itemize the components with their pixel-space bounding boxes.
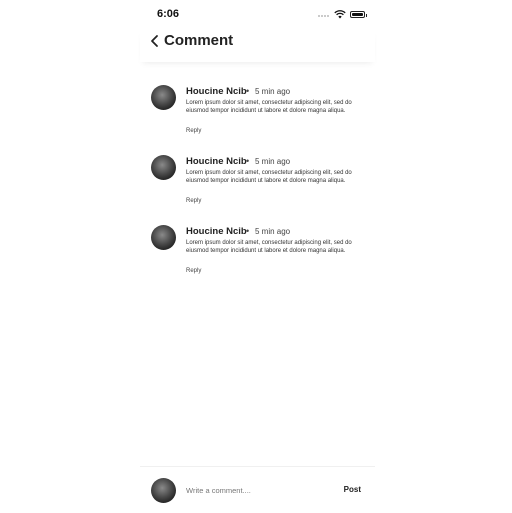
avatar[interactable] xyxy=(151,85,176,110)
comment-item: Houcine Ncib • 5 min ago Lorem ipsum dol… xyxy=(140,225,375,285)
status-bar: 6:06 xyxy=(140,0,375,28)
reply-button[interactable]: Reply xyxy=(186,268,201,274)
separator-dot: • xyxy=(246,86,250,96)
reply-button[interactable]: Reply xyxy=(186,198,201,204)
wifi-icon xyxy=(334,9,346,18)
page-title: Comment xyxy=(164,32,234,49)
reply-button[interactable]: Reply xyxy=(186,128,201,134)
comment-text: Lorem ipsum dolor sit amet, consectetur … xyxy=(186,240,352,255)
comment-time: 5 min ago xyxy=(255,87,291,96)
avatar[interactable] xyxy=(151,225,176,250)
status-time: 6:06 xyxy=(157,8,180,20)
comment-author[interactable]: Houcine Ncib xyxy=(186,226,247,237)
separator-dot: • xyxy=(246,156,250,166)
comment-composer: Write a comment.... Post xyxy=(140,466,375,513)
comment-item: Houcine Ncib • 5 min ago Lorem ipsum dol… xyxy=(140,155,375,215)
status-icons xyxy=(318,9,367,19)
avatar[interactable] xyxy=(151,155,176,180)
comment-item: Houcine Ncib • 5 min ago Lorem ipsum dol… xyxy=(140,85,375,145)
app-screen: 6:06 Comment Houcine Ncib • 5 min ago Lo… xyxy=(140,0,375,513)
back-chevron-icon[interactable] xyxy=(148,34,162,48)
comment-author[interactable]: Houcine Ncib xyxy=(186,86,247,97)
comment-time: 5 min ago xyxy=(255,227,291,236)
post-button[interactable]: Post xyxy=(344,485,361,494)
battery-icon xyxy=(350,10,367,18)
separator-dot: • xyxy=(246,226,250,236)
header: Comment xyxy=(140,28,375,62)
comment-author[interactable]: Houcine Ncib xyxy=(186,156,247,167)
comment-time: 5 min ago xyxy=(255,157,291,166)
comment-text: Lorem ipsum dolor sit amet, consectetur … xyxy=(186,170,352,185)
comment-text: Lorem ipsum dolor sit amet, consectetur … xyxy=(186,100,352,115)
signal-icon xyxy=(318,11,330,17)
comment-input[interactable]: Write a comment.... xyxy=(186,486,251,495)
avatar xyxy=(151,478,176,503)
